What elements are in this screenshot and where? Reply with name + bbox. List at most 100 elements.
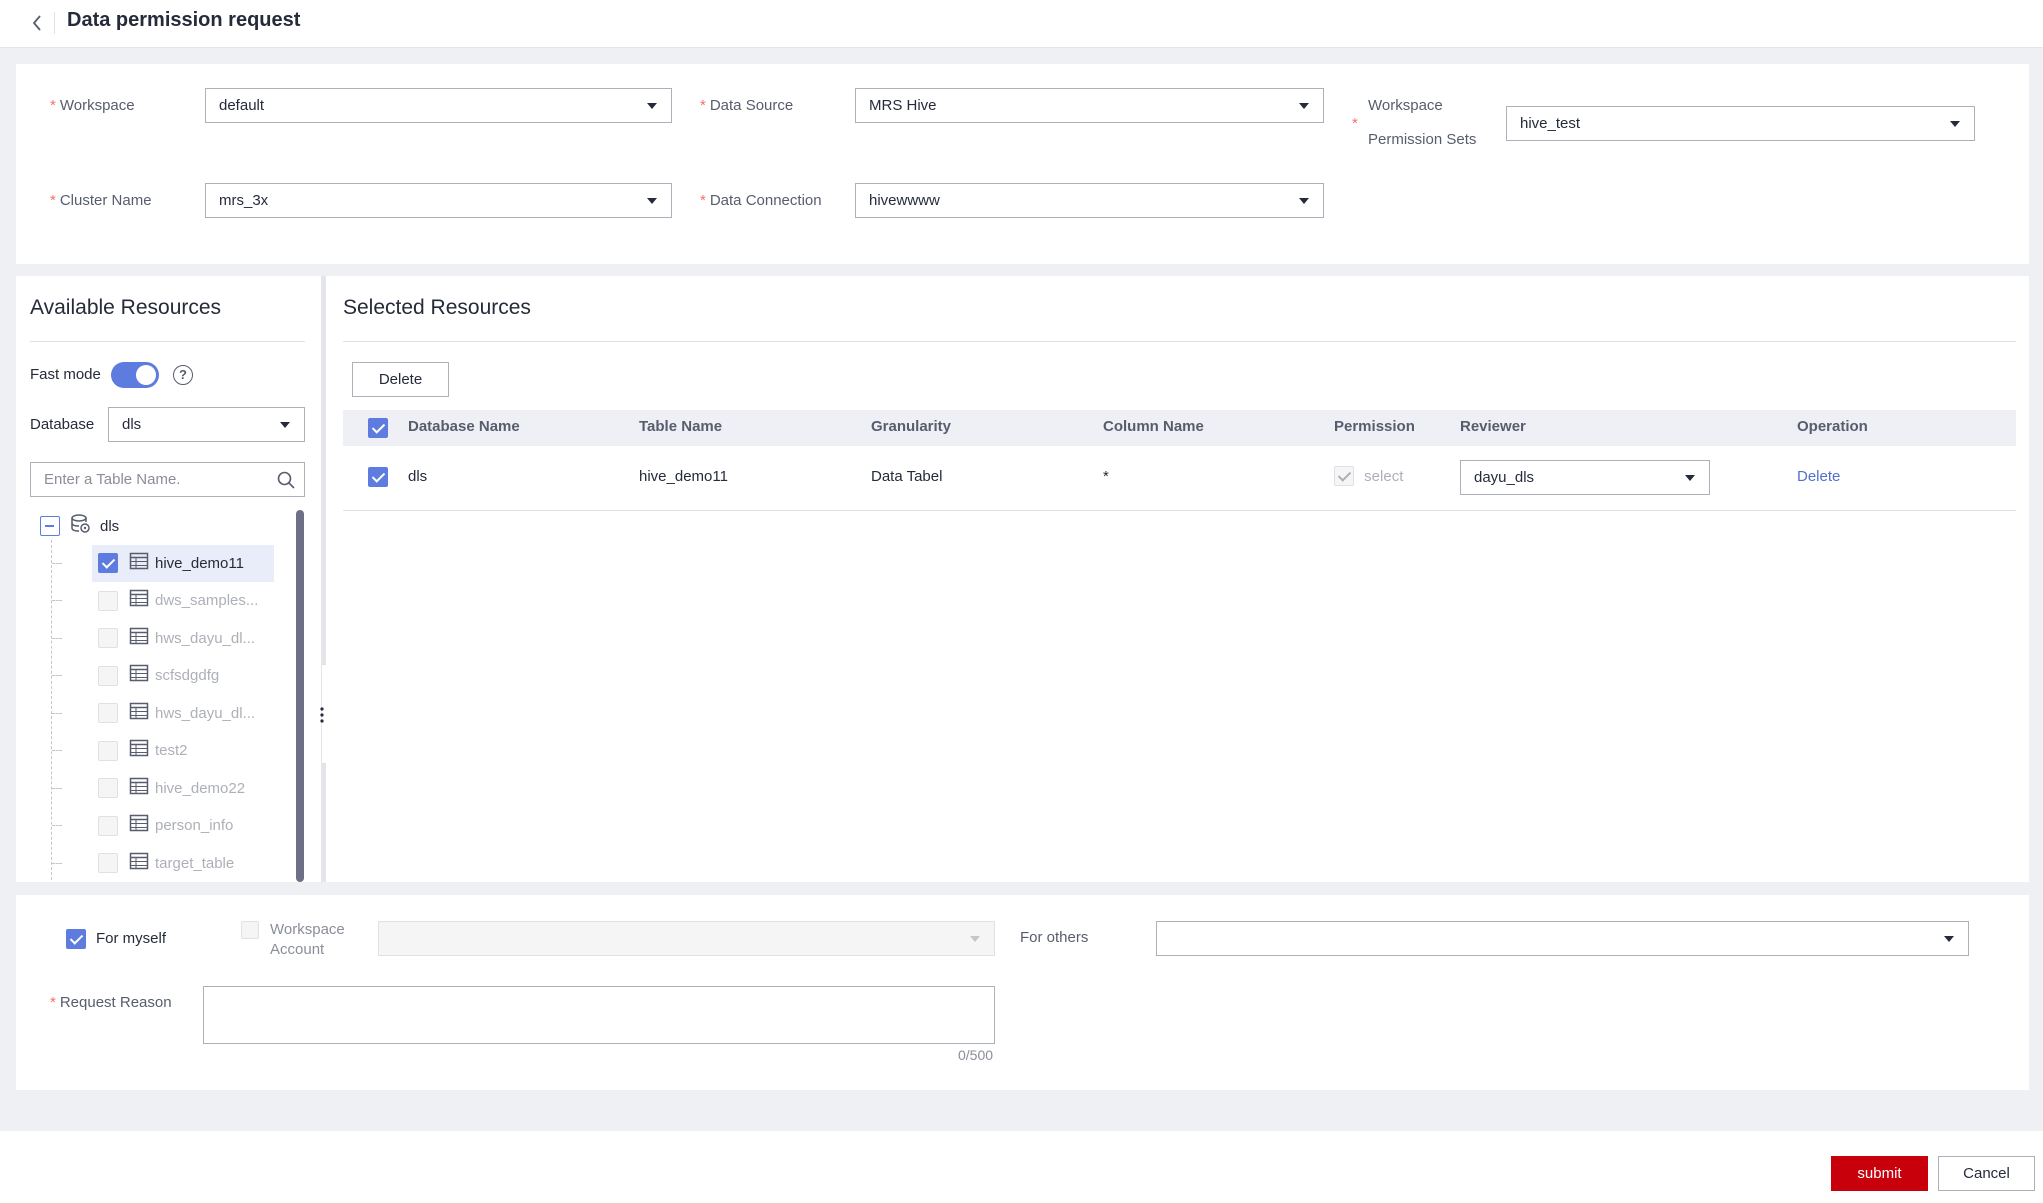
table-label: target_table	[155, 854, 235, 872]
tree-item-body[interactable]: scfsdgdfg	[98, 659, 229, 693]
row-checkbox[interactable]	[368, 467, 388, 487]
tree-scrollbar[interactable]	[296, 510, 304, 882]
tree-connector	[52, 637, 62, 639]
permission-sets-select[interactable]: hive_test	[1506, 106, 1975, 141]
table-checkbox[interactable]	[98, 778, 118, 798]
tree-item-table[interactable]: test2	[52, 734, 278, 768]
help-icon[interactable]: ?	[173, 365, 193, 385]
table-checkbox[interactable]	[98, 740, 118, 761]
table-label: hws_dayu_dl...	[155, 704, 256, 722]
tree-connector	[52, 750, 62, 751]
tree-item-body[interactable]: hive_demo11	[92, 544, 274, 582]
table-label: hive_demo11	[155, 554, 244, 572]
table-search-input[interactable]	[31, 463, 271, 496]
cell-database: dls	[408, 468, 428, 485]
tree-connector	[52, 862, 62, 864]
database-select[interactable]: dls	[108, 407, 305, 442]
tree-connector	[52, 675, 62, 676]
delete-selected-button[interactable]: Delete	[352, 362, 449, 397]
workspace-account-checkbox	[241, 921, 259, 939]
chevron-down-icon	[647, 198, 657, 204]
workspace-label: * Workspace	[50, 97, 135, 114]
cell-column: *	[1103, 468, 1109, 485]
select-all-checkbox[interactable]	[368, 418, 388, 438]
fast-mode-toggle[interactable]	[111, 362, 159, 388]
cluster-name-select[interactable]: mrs_3x	[205, 183, 672, 218]
database-icon	[70, 513, 92, 540]
tree-item-table[interactable]: scfsdgdfg	[52, 659, 278, 693]
column-header: Permission	[1334, 418, 1415, 435]
table-checkbox[interactable]	[98, 665, 118, 686]
chevron-down-icon	[1950, 121, 1960, 127]
table-checkbox[interactable]	[98, 628, 118, 648]
permission-sets-label-line1: Workspace	[1368, 97, 1443, 114]
tree-root-dls[interactable]: dls	[40, 513, 119, 540]
workspace-select[interactable]: default	[205, 88, 672, 123]
table-checkbox[interactable]	[98, 703, 118, 723]
tree-connector	[52, 712, 62, 714]
request-reason-input[interactable]	[204, 987, 994, 1043]
request-reason-field	[203, 986, 995, 1044]
request-settings-panel: * Workspace default * Data Source MRS Hive…	[16, 64, 2029, 264]
column-header: Operation	[1797, 418, 1868, 435]
for-others-select[interactable]	[1156, 921, 1969, 956]
chevron-left-icon[interactable]	[24, 10, 50, 36]
table-checkbox[interactable]	[98, 815, 118, 836]
reviewer-select[interactable]: dayu_dls	[1460, 460, 1710, 495]
table-icon	[129, 663, 149, 688]
chevron-down-icon	[647, 103, 657, 109]
tree-item-table[interactable]: hws_dayu_dl...	[52, 696, 278, 730]
table-icon	[129, 776, 149, 801]
table-label: test2	[155, 742, 188, 759]
tree-item-body[interactable]: hws_dayu_dl...	[98, 621, 265, 655]
for-myself-checkbox[interactable]	[66, 929, 86, 949]
permission-label: select	[1364, 467, 1404, 485]
footer-bar	[0, 1131, 2043, 1203]
fast-mode-label: Fast mode	[30, 366, 101, 383]
reason-char-counter: 0/500	[958, 1047, 994, 1063]
tree-item-body[interactable]: dws_samples...	[98, 584, 268, 618]
tree-item-table[interactable]: person_info	[52, 809, 278, 843]
permission-sets-label-line2: Permission Sets	[1368, 131, 1477, 148]
column-header: Column Name	[1103, 418, 1204, 435]
row-delete-link[interactable]: Delete	[1797, 468, 1840, 485]
tree-item-table[interactable]: dws_samples...	[52, 584, 278, 618]
data-connection-select[interactable]: hivewwww	[855, 183, 1324, 218]
submit-button[interactable]: submit	[1831, 1156, 1928, 1191]
table-icon	[129, 588, 149, 613]
table-label: hws_dayu_dl...	[155, 629, 256, 647]
tree-item-table[interactable]: hive_demo11	[52, 544, 278, 582]
available-divider	[30, 341, 305, 342]
tree-connector	[52, 600, 62, 601]
tree-item-body[interactable]: target_table	[98, 846, 244, 880]
search-icon[interactable]	[276, 470, 296, 495]
table-icon	[129, 626, 149, 651]
table-label: scfsdgdfg	[155, 667, 220, 684]
table-icon	[129, 738, 149, 763]
selected-divider	[343, 341, 2016, 342]
table-checkbox[interactable]	[98, 590, 118, 611]
workspace-account-select	[378, 921, 995, 956]
table-checkbox[interactable]	[98, 553, 118, 573]
table-label: hive_demo22	[155, 779, 246, 797]
column-header: Database Name	[408, 418, 520, 435]
tree-item-body[interactable]: test2	[98, 734, 198, 768]
table-checkbox[interactable]	[98, 853, 118, 873]
workspace-account-label-line2: Account	[270, 941, 325, 958]
column-header: Granularity	[871, 418, 952, 435]
data-source-select[interactable]: MRS Hive	[855, 88, 1324, 123]
column-header: Reviewer	[1460, 418, 1526, 435]
for-myself-label: For myself	[96, 930, 167, 947]
tree-connector	[52, 787, 62, 789]
for-others-label: For others	[1020, 929, 1089, 946]
tree-item-body[interactable]: hive_demo22	[98, 771, 255, 805]
cell-table: hive_demo11	[639, 468, 728, 485]
collapse-icon[interactable]	[40, 516, 60, 536]
tree-connector	[52, 825, 62, 826]
tree-item-table[interactable]: hive_demo22	[52, 771, 278, 805]
cancel-button[interactable]: Cancel	[1938, 1156, 2035, 1191]
tree-item-table[interactable]: target_table	[52, 846, 278, 880]
tree-item-table[interactable]: hws_dayu_dl...	[52, 621, 278, 655]
tree-item-body[interactable]: person_info	[98, 809, 243, 843]
tree-item-body[interactable]: hws_dayu_dl...	[98, 696, 265, 730]
